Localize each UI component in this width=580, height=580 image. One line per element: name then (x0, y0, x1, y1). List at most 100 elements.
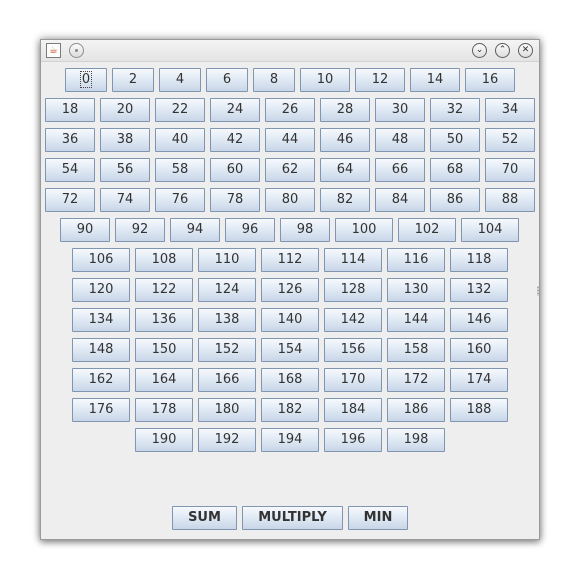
number-button-134[interactable]: 134 (72, 308, 130, 332)
number-button-46[interactable]: 46 (320, 128, 370, 152)
number-button-50[interactable]: 50 (430, 128, 480, 152)
sum-button[interactable]: SUM (172, 506, 237, 530)
title-bar[interactable]: ☕ ⌄ ⌃ ✕ (41, 40, 539, 62)
number-button-2[interactable]: 2 (112, 68, 154, 92)
number-button-74[interactable]: 74 (100, 188, 150, 212)
number-button-104[interactable]: 104 (461, 218, 519, 242)
number-button-136[interactable]: 136 (135, 308, 193, 332)
number-button-86[interactable]: 86 (430, 188, 480, 212)
number-button-68[interactable]: 68 (430, 158, 480, 182)
number-button-128[interactable]: 128 (324, 278, 382, 302)
number-button-72[interactable]: 72 (45, 188, 95, 212)
number-button-144[interactable]: 144 (387, 308, 445, 332)
multiply-button[interactable]: MULTIPLY (242, 506, 343, 530)
number-button-60[interactable]: 60 (210, 158, 260, 182)
number-button-158[interactable]: 158 (387, 338, 445, 362)
number-button-28[interactable]: 28 (320, 98, 370, 122)
number-button-168[interactable]: 168 (261, 368, 319, 392)
number-button-94[interactable]: 94 (170, 218, 220, 242)
number-button-132[interactable]: 132 (450, 278, 508, 302)
number-button-88[interactable]: 88 (485, 188, 535, 212)
number-button-194[interactable]: 194 (261, 428, 319, 452)
number-button-40[interactable]: 40 (155, 128, 205, 152)
number-button-170[interactable]: 170 (324, 368, 382, 392)
number-button-12[interactable]: 12 (355, 68, 405, 92)
number-button-108[interactable]: 108 (135, 248, 193, 272)
min-button[interactable]: MIN (348, 506, 408, 530)
number-button-148[interactable]: 148 (72, 338, 130, 362)
number-button-118[interactable]: 118 (450, 248, 508, 272)
number-button-80[interactable]: 80 (265, 188, 315, 212)
number-button-96[interactable]: 96 (225, 218, 275, 242)
number-button-138[interactable]: 138 (198, 308, 256, 332)
number-button-154[interactable]: 154 (261, 338, 319, 362)
number-button-56[interactable]: 56 (100, 158, 150, 182)
number-button-32[interactable]: 32 (430, 98, 480, 122)
number-button-172[interactable]: 172 (387, 368, 445, 392)
resize-grip[interactable] (537, 286, 539, 296)
number-button-124[interactable]: 124 (198, 278, 256, 302)
number-button-26[interactable]: 26 (265, 98, 315, 122)
number-button-102[interactable]: 102 (398, 218, 456, 242)
number-button-178[interactable]: 178 (135, 398, 193, 422)
number-button-42[interactable]: 42 (210, 128, 260, 152)
number-button-184[interactable]: 184 (324, 398, 382, 422)
number-button-130[interactable]: 130 (387, 278, 445, 302)
number-button-112[interactable]: 112 (261, 248, 319, 272)
number-button-36[interactable]: 36 (45, 128, 95, 152)
number-button-160[interactable]: 160 (450, 338, 508, 362)
number-button-30[interactable]: 30 (375, 98, 425, 122)
number-button-116[interactable]: 116 (387, 248, 445, 272)
number-button-100[interactable]: 100 (335, 218, 393, 242)
number-button-10[interactable]: 10 (300, 68, 350, 92)
number-button-180[interactable]: 180 (198, 398, 256, 422)
number-button-20[interactable]: 20 (100, 98, 150, 122)
number-button-140[interactable]: 140 (261, 308, 319, 332)
number-button-182[interactable]: 182 (261, 398, 319, 422)
maximize-button[interactable]: ⌃ (495, 43, 510, 58)
number-button-58[interactable]: 58 (155, 158, 205, 182)
number-button-34[interactable]: 34 (485, 98, 535, 122)
number-button-48[interactable]: 48 (375, 128, 425, 152)
number-button-142[interactable]: 142 (324, 308, 382, 332)
number-button-98[interactable]: 98 (280, 218, 330, 242)
number-button-174[interactable]: 174 (450, 368, 508, 392)
number-button-44[interactable]: 44 (265, 128, 315, 152)
number-button-66[interactable]: 66 (375, 158, 425, 182)
number-button-114[interactable]: 114 (324, 248, 382, 272)
number-button-84[interactable]: 84 (375, 188, 425, 212)
number-button-52[interactable]: 52 (485, 128, 535, 152)
number-button-0[interactable]: 0 (65, 68, 107, 92)
number-button-24[interactable]: 24 (210, 98, 260, 122)
number-button-156[interactable]: 156 (324, 338, 382, 362)
number-button-4[interactable]: 4 (159, 68, 201, 92)
number-button-14[interactable]: 14 (410, 68, 460, 92)
number-button-64[interactable]: 64 (320, 158, 370, 182)
number-button-192[interactable]: 192 (198, 428, 256, 452)
number-button-6[interactable]: 6 (206, 68, 248, 92)
number-button-92[interactable]: 92 (115, 218, 165, 242)
number-button-106[interactable]: 106 (72, 248, 130, 272)
number-button-78[interactable]: 78 (210, 188, 260, 212)
number-button-152[interactable]: 152 (198, 338, 256, 362)
number-button-190[interactable]: 190 (135, 428, 193, 452)
number-button-126[interactable]: 126 (261, 278, 319, 302)
number-button-176[interactable]: 176 (72, 398, 130, 422)
number-button-164[interactable]: 164 (135, 368, 193, 392)
java-cup-icon[interactable]: ☕ (46, 43, 61, 58)
number-button-186[interactable]: 186 (387, 398, 445, 422)
window-menu-button[interactable] (69, 43, 84, 58)
number-button-76[interactable]: 76 (155, 188, 205, 212)
number-button-8[interactable]: 8 (253, 68, 295, 92)
number-button-82[interactable]: 82 (320, 188, 370, 212)
number-button-16[interactable]: 16 (465, 68, 515, 92)
number-button-198[interactable]: 198 (387, 428, 445, 452)
number-button-22[interactable]: 22 (155, 98, 205, 122)
number-button-54[interactable]: 54 (45, 158, 95, 182)
number-button-38[interactable]: 38 (100, 128, 150, 152)
number-button-146[interactable]: 146 (450, 308, 508, 332)
number-button-150[interactable]: 150 (135, 338, 193, 362)
number-button-188[interactable]: 188 (450, 398, 508, 422)
number-button-90[interactable]: 90 (60, 218, 110, 242)
number-button-18[interactable]: 18 (45, 98, 95, 122)
